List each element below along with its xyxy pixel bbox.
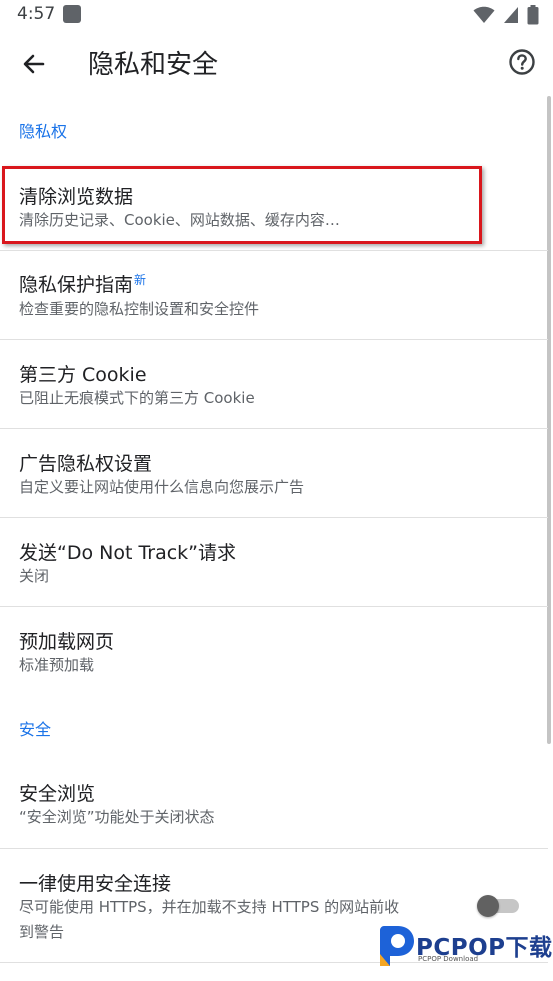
item-third-party-cookies[interactable]: 第三方 Cookie 已阻止无痕模式下的第三方 Cookie — [0, 340, 548, 428]
item-subtitle-line1: 尽可能使用 HTTPS，并在加载不支持 HTTPS 的网站前收 — [19, 898, 400, 916]
item-ad-privacy[interactable]: 广告隐私权设置 自定义要让网站使用什么信息向您展示广告 — [0, 429, 548, 517]
app-bar: 隐私和安全 — [0, 32, 553, 94]
watermark-sub: PCPOP Download — [418, 955, 479, 963]
page-title: 隐私和安全 — [88, 50, 219, 80]
item-privacy-guide[interactable]: 隐私保护指南新 检查重要的隐私控制设置和安全控件 — [0, 251, 548, 339]
section-header-security: 安全 — [19, 720, 52, 739]
item-safe-browsing[interactable]: 安全浏览 “安全浏览”功能处于关闭状态 — [0, 760, 548, 848]
section-header-privacy: 隐私权 — [19, 122, 68, 141]
item-title: 预加载网页 — [19, 631, 115, 653]
item-do-not-track[interactable]: 发送“Do Not Track”请求 关闭 — [0, 518, 548, 606]
item-title: 一律使用安全连接 — [19, 873, 172, 895]
back-arrow-icon[interactable] — [18, 48, 50, 80]
item-title: 隐私保护指南新 — [19, 270, 146, 297]
highlight-box — [2, 166, 482, 244]
pcpop-watermark: PCPOP下载 PCPOP Download — [376, 922, 552, 970]
item-title: 广告隐私权设置 — [19, 453, 153, 475]
item-subtitle: 标准预加载 — [19, 656, 95, 674]
signal-icon — [504, 7, 518, 23]
item-preload-pages[interactable]: 预加载网页 标准预加载 — [0, 607, 548, 695]
status-bar: 4:57 — [0, 0, 553, 32]
item-title: 安全浏览 — [19, 783, 96, 805]
item-subtitle-line2: 到警告 — [19, 923, 65, 941]
status-time: 4:57 — [17, 4, 56, 24]
toggle-thumb — [477, 895, 499, 917]
status-icons — [473, 5, 539, 25]
help-icon[interactable] — [507, 47, 537, 77]
item-subtitle: 关闭 — [19, 567, 50, 585]
pcpop-logo-icon — [380, 926, 414, 966]
secure-connections-toggle[interactable] — [477, 895, 521, 917]
screen: 4:57 隐私和安全 隐私权 清除浏览数据 清除历史记录、Cookie、网站数据… — [0, 0, 553, 981]
item-title: 发送“Do Not Track”请求 — [19, 542, 237, 564]
battery-icon — [527, 5, 539, 25]
item-title: 第三方 Cookie — [19, 364, 147, 386]
wifi-icon — [473, 6, 495, 23]
item-subtitle: “安全浏览”功能处于关闭状态 — [19, 808, 215, 826]
item-subtitle: 自定义要让网站使用什么信息向您展示广告 — [19, 478, 305, 496]
new-badge: 新 — [134, 272, 147, 287]
item-title-text: 隐私保护指南 — [19, 274, 134, 296]
item-subtitle: 已阻止无痕模式下的第三方 Cookie — [19, 389, 255, 407]
app-notification-icon — [63, 5, 81, 23]
item-subtitle: 检查重要的隐私控制设置和安全控件 — [19, 300, 260, 318]
